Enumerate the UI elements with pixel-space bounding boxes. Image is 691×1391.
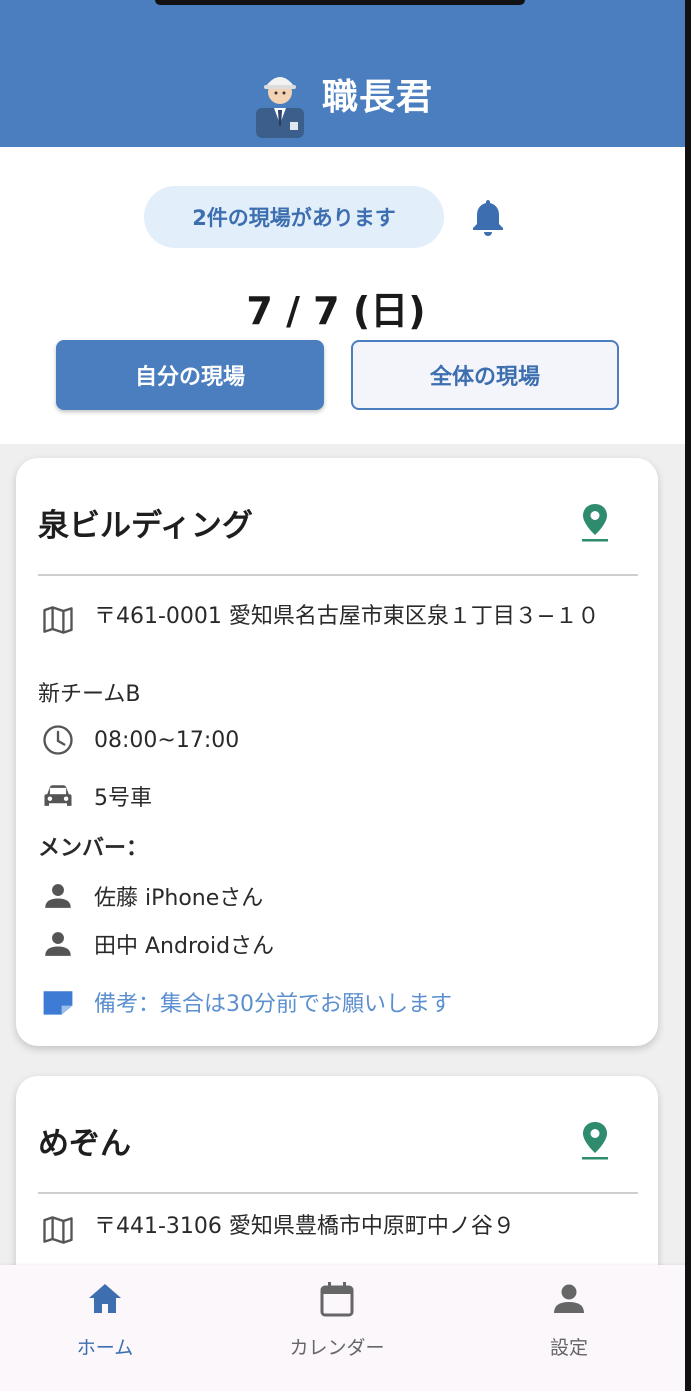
site-count-notice[interactable]: 2件の現場があります xyxy=(144,186,444,248)
nav-settings-label: 設定 xyxy=(549,1337,588,1359)
location-pin-icon[interactable] xyxy=(580,1120,610,1160)
nav-home[interactable]: ホーム xyxy=(30,1279,180,1360)
team-row: 新チームB xyxy=(38,676,140,708)
person-icon xyxy=(554,1284,584,1313)
device-notch xyxy=(155,0,525,5)
site-card[interactable]: めぞん 〒441-3106 愛知県豊橋市中原町中ノ谷９ xyxy=(16,1076,658,1265)
member-row: 佐藤 iPhoneさん xyxy=(38,876,263,916)
divider xyxy=(38,1192,638,1194)
person-icon xyxy=(38,924,78,964)
map-icon xyxy=(38,1210,78,1250)
address-row: 〒441-3106 愛知県豊橋市中原町中ノ谷９ xyxy=(38,1210,604,1250)
vehicle-row: 5号車 xyxy=(38,776,152,816)
nav-calendar[interactable]: カレンダー xyxy=(262,1279,412,1360)
nav-settings[interactable]: 設定 xyxy=(494,1279,644,1360)
site-name: 泉ビルディング xyxy=(38,508,253,544)
app-title: 職長君 xyxy=(322,77,434,118)
member-name: 佐藤 iPhoneさん xyxy=(94,886,264,911)
team-name: 新チームB xyxy=(38,682,141,707)
work-hours: 08:00~17:00 xyxy=(94,727,240,753)
members-label-row: メンバー： xyxy=(38,830,148,862)
note-icon xyxy=(38,982,78,1022)
members-label: メンバー： xyxy=(38,836,149,861)
person-icon xyxy=(38,876,78,916)
member-name: 田中 Androidさん xyxy=(94,934,275,959)
tab-all-sites[interactable]: 全体の現場 xyxy=(351,340,619,410)
bell-icon[interactable] xyxy=(471,198,505,236)
brand: 職長君 xyxy=(252,62,433,138)
nav-calendar-label: カレンダー xyxy=(289,1337,385,1359)
map-icon xyxy=(38,600,78,640)
address-row: 〒461-0001 愛知県名古屋市東区泉１丁目３−１０ xyxy=(38,600,604,640)
worker-mascot-icon xyxy=(256,77,304,138)
note-row: 備考：集合は30分前でお願いします xyxy=(38,982,452,1022)
location-pin-icon[interactable] xyxy=(580,502,610,542)
site-name: めぞん xyxy=(38,1126,131,1162)
site-note: 備考：集合は30分前でお願いします xyxy=(94,992,452,1017)
clock-icon xyxy=(38,720,78,760)
site-address: 〒461-0001 愛知県名古屋市東区泉１丁目３−１０ xyxy=(94,604,600,629)
nav-home-label: ホーム xyxy=(76,1337,134,1359)
tab-my-sites-label: 自分の現場 xyxy=(134,365,245,390)
current-date: 7 / 7 (日) xyxy=(246,289,426,333)
site-card[interactable]: 泉ビルディング 〒461-0001 愛知県名古屋市東区泉１丁目３−１０ 新チーム… xyxy=(16,458,658,1046)
vehicle-number: 5号車 xyxy=(94,786,152,811)
tab-all-sites-label: 全体の現場 xyxy=(429,365,540,390)
site-count-text: 2件の現場があります xyxy=(192,206,396,230)
site-address: 〒441-3106 愛知県豊橋市中原町中ノ谷９ xyxy=(94,1214,515,1239)
site-list[interactable]: 泉ビルディング 〒461-0001 愛知県名古屋市東区泉１丁目３−１０ 新チーム… xyxy=(0,444,691,1265)
tab-my-sites[interactable]: 自分の現場 xyxy=(56,340,324,410)
bottom-navigation: ホーム カレンダー 設定 xyxy=(0,1265,691,1391)
calendar-icon xyxy=(320,1282,354,1317)
time-row: 08:00~17:00 xyxy=(38,720,239,760)
divider xyxy=(38,574,638,576)
device-edge xyxy=(685,0,691,1391)
car-icon xyxy=(38,776,78,816)
app-header: 職長君 xyxy=(0,0,691,147)
member-row: 田中 Androidさん xyxy=(38,924,274,964)
home-icon xyxy=(89,1284,121,1313)
